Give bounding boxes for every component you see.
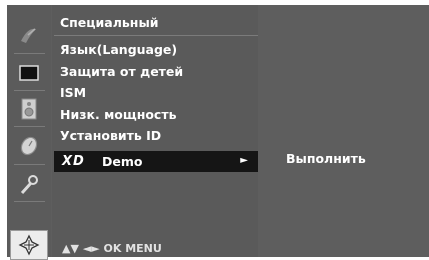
menu-item-ism[interactable]: ISM [60, 85, 86, 100]
clock-icon[interactable] [18, 135, 40, 157]
satellite-dish-icon[interactable] [18, 24, 40, 46]
menu-item-low-power[interactable]: Низк. мощность [60, 107, 176, 122]
menu-item-xd-demo[interactable]: XD Demo ► [54, 151, 258, 172]
option-cross-icon[interactable] [10, 230, 48, 260]
xd-logo: XD [62, 154, 85, 169]
chevron-right-icon: ► [240, 155, 248, 166]
screen-icon[interactable] [18, 62, 40, 84]
menu-item-set-id[interactable]: Установить ID [60, 128, 161, 143]
speaker-icon[interactable] [18, 98, 40, 120]
submenu-panel: Выполнить [262, 5, 429, 257]
wrench-icon[interactable] [18, 173, 40, 195]
navigation-hints: ▲▼ ◄► OK MENU [62, 242, 162, 255]
execute-option[interactable]: Выполнить [286, 151, 366, 166]
menu-item-language[interactable]: Язык(Language) [60, 42, 177, 57]
menu-item-child-lock[interactable]: Защита от детей [60, 64, 183, 79]
sidebar [7, 5, 51, 260]
menu-divider [54, 35, 258, 36]
menu-panel: Специальный Язык(Language) Защита от дет… [52, 5, 258, 257]
menu-title: Специальный [60, 15, 159, 30]
menu-item-label: Demo [102, 154, 143, 169]
